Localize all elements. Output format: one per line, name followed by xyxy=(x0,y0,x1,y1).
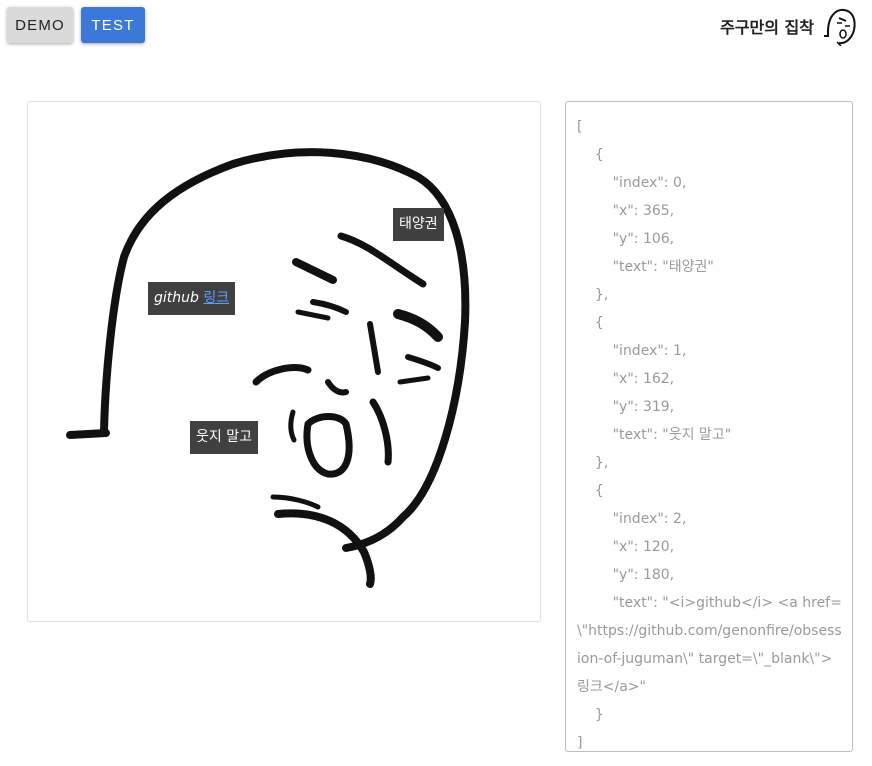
meme-face-illustration xyxy=(66,148,470,588)
json-output-panel[interactable]: [ { "index": 0, "x": 365, "y": 106, "tex… xyxy=(565,101,853,752)
face-sketch-icon xyxy=(824,8,856,46)
test-button[interactable]: TEST xyxy=(81,7,145,43)
tag-label[interactable]: 태양권 xyxy=(393,208,444,241)
github-link[interactable]: 링크 xyxy=(203,290,229,306)
tag-italic-text: github xyxy=(154,290,199,306)
tag-label[interactable]: 웃지 말고 xyxy=(190,421,258,454)
demo-button[interactable]: DEMO xyxy=(7,7,73,43)
tag-text: 태양권 xyxy=(399,216,438,232)
brand: 주구만의 집착 xyxy=(720,6,858,46)
tag-text: 웃지 말고 xyxy=(196,429,252,445)
json-output-text: [ { "index": 0, "x": 365, "y": 106, "tex… xyxy=(577,119,842,751)
brand-title: 주구만의 집착 xyxy=(720,18,814,37)
image-canvas[interactable]: 태양권 웃지 말고 github 링크 xyxy=(27,101,541,622)
tag-label[interactable]: github 링크 xyxy=(148,282,236,315)
